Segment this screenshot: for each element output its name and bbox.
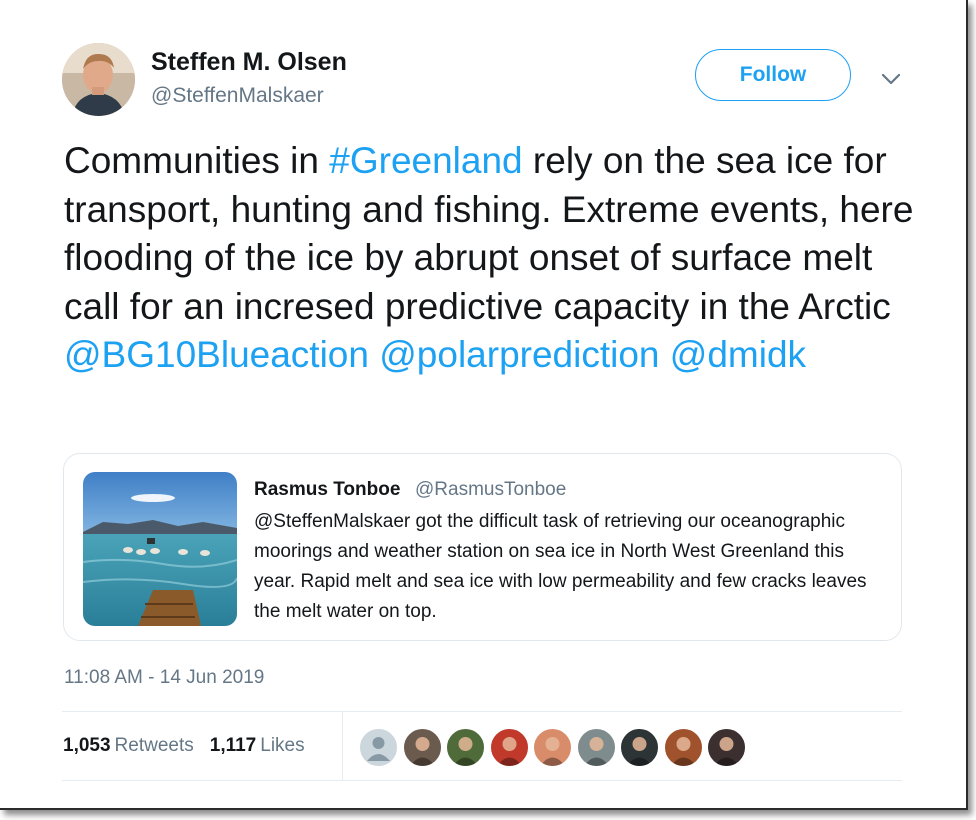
tweet-link[interactable]: @dmidk xyxy=(670,334,806,375)
liker-avatar-7[interactable] xyxy=(620,728,659,767)
tweet-link[interactable]: @polarprediction xyxy=(379,334,659,375)
likes-stat[interactable]: 1,117 Likes xyxy=(210,735,305,757)
retweets-stat[interactable]: 1,053 Retweets xyxy=(63,735,194,757)
tweet-text-segment xyxy=(660,334,670,375)
author-name[interactable]: Steffen M. Olsen xyxy=(151,48,347,77)
liker-avatar-4[interactable] xyxy=(489,728,529,767)
retweets-count: 1,053 xyxy=(63,735,111,756)
divider-top xyxy=(62,711,902,712)
quoted-tweet[interactable]: Rasmus Tonboe @RasmusTonboe @SteffenMals… xyxy=(63,453,902,641)
author-handle[interactable]: @SteffenMalskaer xyxy=(151,84,324,108)
chevron-down-icon[interactable] xyxy=(878,66,904,92)
stats-separator xyxy=(342,712,343,780)
liker-avatar-2[interactable] xyxy=(402,728,442,767)
tweet-text: Communities in #Greenland rely on the se… xyxy=(64,137,934,380)
quoted-author-handle[interactable]: @RasmusTonboe xyxy=(415,479,566,501)
follow-button[interactable]: Follow xyxy=(695,49,851,101)
liker-avatar-9[interactable] xyxy=(707,728,746,767)
quoted-tweet-text: @SteffenMalskaer got the difficult task … xyxy=(254,511,867,622)
tweet-text-segment xyxy=(369,334,379,375)
liker-avatar-6[interactable] xyxy=(576,728,616,767)
tweet-link[interactable]: @BG10Blueaction xyxy=(64,334,369,375)
liker-avatar-8[interactable] xyxy=(663,728,703,767)
tweet-card: Steffen M. Olsen @SteffenMalskaer Follow… xyxy=(0,0,968,810)
likes-label: Likes xyxy=(260,735,305,756)
divider-bottom xyxy=(62,780,902,781)
engagement-stats: 1,053 Retweets 1,117 Likes xyxy=(63,735,305,757)
quoted-tweet-image[interactable] xyxy=(83,472,237,626)
retweets-label: Retweets xyxy=(114,735,194,756)
default-profile-icon[interactable] xyxy=(359,728,398,767)
tweet-timestamp[interactable]: 11:08 AM - 14 Jun 2019 xyxy=(64,667,264,689)
liker-avatar-5[interactable] xyxy=(533,728,572,767)
tweet-text-segment: Communities in xyxy=(64,140,330,181)
likes-count: 1,117 xyxy=(209,735,257,756)
liker-avatar-3[interactable] xyxy=(446,728,485,767)
author-avatar[interactable] xyxy=(62,43,135,116)
quoted-author-name[interactable]: Rasmus Tonboe xyxy=(254,479,400,501)
tweet-link[interactable]: #Greenland xyxy=(329,140,522,181)
